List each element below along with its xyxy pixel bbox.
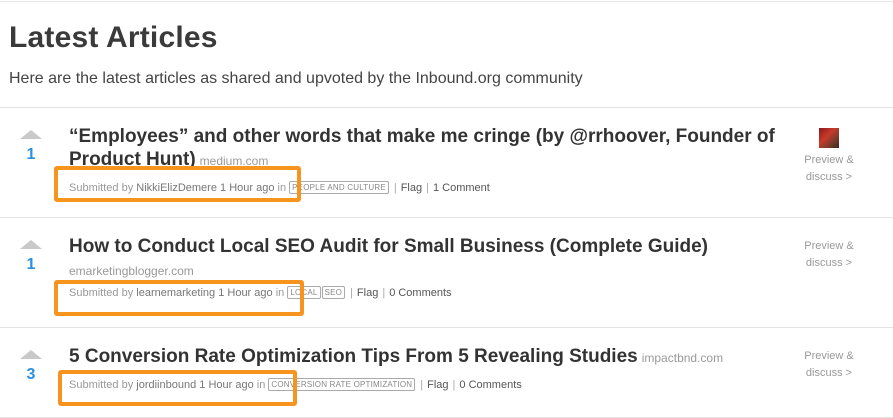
comments-link[interactable]: 1 Comment bbox=[433, 182, 490, 194]
article-body: How to Conduct Local SEO Audit for Small… bbox=[69, 235, 789, 300]
article-domain: emarketingblogger.com bbox=[69, 264, 194, 278]
submitter-link[interactable]: NikkiElizDemere bbox=[136, 182, 217, 194]
tag-badge[interactable]: PEOPLE AND CULTURE bbox=[289, 181, 389, 194]
submitted-time: 1 Hour ago bbox=[199, 379, 254, 391]
submitted-by-label: Submitted by bbox=[69, 379, 134, 391]
preview-line: Preview & bbox=[804, 154, 854, 166]
separator: | bbox=[393, 182, 397, 194]
article-title: How to Conduct Local SEO Audit for Small… bbox=[69, 235, 789, 258]
separator: | bbox=[382, 287, 386, 299]
preview-discuss-link[interactable]: Preview & discuss > bbox=[799, 152, 859, 186]
article-list: 1 “Employees” and other words that make … bbox=[0, 108, 893, 418]
avatar[interactable] bbox=[819, 128, 839, 148]
page-subtitle: Here are the latest articles as shared a… bbox=[9, 70, 583, 87]
article-body: 5 Conversion Rate Optimization Tips From… bbox=[69, 345, 789, 392]
flag-link[interactable]: Flag bbox=[401, 182, 422, 194]
article-side: Preview & discuss > bbox=[799, 128, 859, 186]
article-meta: Submitted by learnemarketing 1 Hour ago … bbox=[69, 286, 789, 300]
preview-discuss-link[interactable]: Preview & discuss > bbox=[799, 238, 859, 272]
article-title: 5 Conversion Rate Optimization Tips From… bbox=[69, 345, 789, 370]
article-item: 1 How to Conduct Local SEO Audit for Sma… bbox=[0, 218, 893, 328]
in-label: in bbox=[277, 182, 287, 194]
article-meta: Submitted by jordiinbound 1 Hour ago in … bbox=[69, 378, 789, 392]
preview-discuss-link[interactable]: Preview & discuss > bbox=[799, 348, 859, 382]
article-domain: medium.com bbox=[199, 154, 269, 168]
tag-badge[interactable]: LOCAL bbox=[287, 286, 321, 299]
vote-count: 1 bbox=[26, 256, 36, 273]
discuss-line: discuss > bbox=[805, 171, 853, 183]
article-item: 3 5 Conversion Rate Optimization Tips Fr… bbox=[0, 328, 893, 418]
tag-badge[interactable]: SEO bbox=[321, 286, 346, 299]
separator: | bbox=[350, 287, 353, 299]
article-item: 1 “Employees” and other words that make … bbox=[0, 108, 893, 218]
submitter-link[interactable]: learnemarketing bbox=[136, 287, 215, 299]
vote-widget: 3 bbox=[16, 350, 46, 384]
in-label: in bbox=[275, 287, 285, 299]
submitted-time: 1 Hour ago bbox=[220, 182, 275, 194]
article-side: Preview & discuss > bbox=[799, 238, 859, 272]
vote-count: 1 bbox=[26, 146, 36, 163]
separator: | bbox=[452, 379, 456, 391]
submitted-by-label: Submitted by bbox=[69, 182, 134, 194]
comments-link[interactable]: 0 Comments bbox=[459, 379, 521, 391]
article-meta: Submitted by NikkiElizDemere 1 Hour ago … bbox=[69, 181, 789, 195]
page: Latest Articles Here are the latest arti… bbox=[0, 0, 893, 418]
article-domain: impactbnd.com bbox=[641, 351, 724, 365]
article-title-link[interactable]: “Employees” and other words that make me… bbox=[69, 126, 775, 170]
separator: | bbox=[426, 182, 429, 194]
vote-count: 3 bbox=[26, 366, 36, 383]
page-header: Latest Articles Here are the latest arti… bbox=[9, 20, 583, 89]
in-label: in bbox=[256, 379, 266, 391]
submitted-time: 1 Hour ago bbox=[218, 287, 273, 299]
flag-link[interactable]: Flag bbox=[427, 379, 448, 391]
tag-badge[interactable]: CONVERSION RATE OPTIMIZATION bbox=[268, 378, 416, 391]
vote-widget: 1 bbox=[16, 130, 46, 164]
preview-line: Preview & bbox=[804, 240, 854, 252]
flag-link[interactable]: Flag bbox=[357, 287, 378, 299]
vote-widget: 1 bbox=[16, 240, 46, 274]
discuss-line: discuss > bbox=[805, 367, 853, 379]
comments-link[interactable]: 0 Comments bbox=[389, 287, 451, 299]
upvote-arrow-icon[interactable] bbox=[20, 240, 42, 249]
preview-line: Preview & bbox=[804, 350, 854, 362]
article-title: “Employees” and other words that make me… bbox=[69, 125, 789, 173]
upvote-arrow-icon[interactable] bbox=[20, 130, 42, 139]
separator: | bbox=[420, 379, 424, 391]
article-title-link[interactable]: How to Conduct Local SEO Audit for Small… bbox=[69, 236, 708, 257]
article-body: “Employees” and other words that make me… bbox=[69, 125, 789, 195]
article-title-link[interactable]: 5 Conversion Rate Optimization Tips From… bbox=[69, 346, 638, 367]
upvote-arrow-icon[interactable] bbox=[20, 350, 42, 359]
submitter-link[interactable]: jordiinbound bbox=[136, 379, 196, 391]
top-divider bbox=[0, 1, 893, 2]
article-side: Preview & discuss > bbox=[799, 348, 859, 382]
submitted-by-label: Submitted by bbox=[69, 287, 134, 299]
page-title: Latest Articles bbox=[9, 21, 218, 54]
discuss-line: discuss > bbox=[805, 257, 853, 269]
